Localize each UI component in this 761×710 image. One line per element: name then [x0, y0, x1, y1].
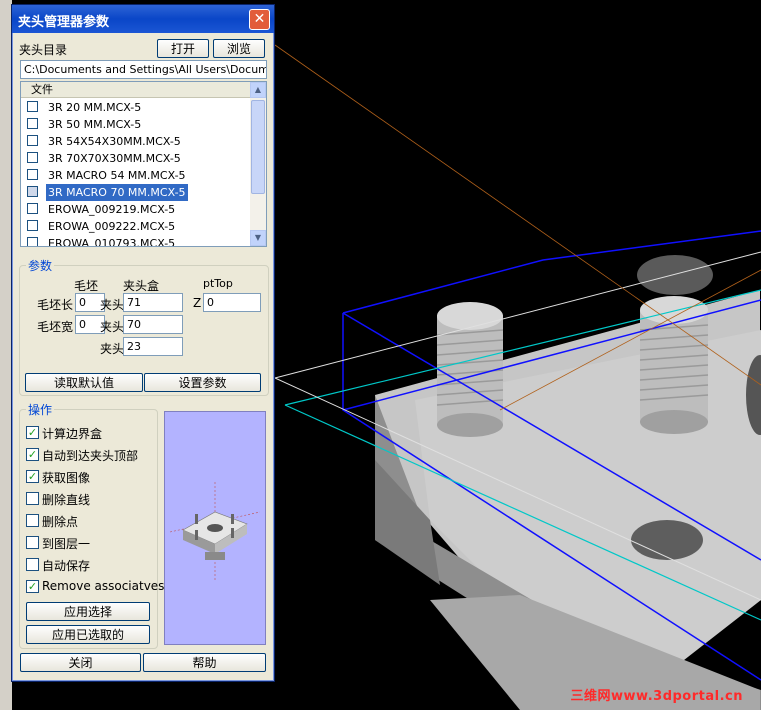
chuck-field-3[interactable]: 23 [123, 337, 183, 356]
file-list-item[interactable]: 3R 70X70X30MM.MCX-5 [21, 150, 250, 167]
watermark: 三维网www.3dportal.cn [570, 689, 743, 704]
window-title: 夹头管理器参数 [18, 15, 110, 30]
file-name: EROWA_009222.MCX-5 [48, 220, 176, 233]
directory-path-field[interactable]: C:\Documents and Settings\All Users\Docu… [20, 60, 267, 79]
file-list-item[interactable]: 3R 54X54X30MM.MCX-5 [21, 133, 250, 150]
scroll-thumb[interactable] [251, 100, 265, 194]
read-default-button[interactable]: 读取默认值 [25, 373, 143, 392]
file-checkbox[interactable] [27, 237, 38, 246]
chuck-label-3: 夹头 [100, 342, 125, 356]
operation-checkbox-label: 删除点 [42, 515, 79, 529]
file-checkbox[interactable] [27, 135, 38, 146]
file-checkbox[interactable] [27, 220, 38, 231]
chuck-field-1[interactable]: 71 [123, 293, 183, 312]
operation-checkbox-label: 自动保存 [42, 559, 91, 573]
checkbox-empty-icon[interactable] [26, 558, 39, 571]
file-list[interactable]: 文件 3R 20 MM.MCX-5 3R 50 MM.MCX-5 3R 54X54X… [20, 81, 267, 247]
file-checkbox[interactable] [27, 152, 38, 163]
checkmark-icon[interactable]: ✓ [26, 426, 39, 439]
file-list-item[interactable]: 3R 50 MM.MCX-5 [21, 116, 250, 133]
checkmark-icon[interactable]: ✓ [26, 448, 39, 461]
file-list-item[interactable]: EROWA_010793.MCX-5 [21, 235, 250, 247]
file-list-item[interactable]: 3R MACRO 70 MM.MCX-5 [21, 184, 250, 201]
file-list-item[interactable]: EROWA_009219.MCX-5 [21, 201, 250, 218]
chuck-label-1: 夹头 [100, 298, 125, 312]
scroll-up-icon[interactable]: ▲ [250, 82, 266, 98]
chuck-field-2[interactable]: 70 [123, 315, 183, 334]
file-name: 3R 50 MM.MCX-5 [48, 118, 142, 131]
file-list-item[interactable]: 3R 20 MM.MCX-5 [21, 99, 250, 116]
file-name: 3R 70X70X30MM.MCX-5 [48, 152, 181, 165]
operation-checkbox-label: 获取图像 [42, 471, 91, 485]
stock-width-label: 毛坯宽 [37, 320, 74, 334]
set-params-button[interactable]: 设置参数 [144, 373, 261, 392]
z-label: Z [193, 296, 202, 310]
file-list-header[interactable]: 文件 [21, 82, 250, 98]
checkbox-empty-icon[interactable] [26, 514, 39, 527]
checkbox-empty-icon[interactable] [26, 536, 39, 549]
apply-selected-button[interactable]: 应用已选取的 [26, 625, 150, 644]
chuck-manager-dialog: 夹头管理器参数 ✕ 夹头目录 打开 浏览 C:\Documents and Se… [11, 4, 275, 682]
chuck-preview-image [164, 411, 266, 645]
operations-legend: 操作 [28, 403, 53, 417]
title-bar[interactable]: 夹头管理器参数 ✕ [12, 5, 274, 33]
file-checkbox[interactable] [27, 203, 38, 214]
stock-length-label: 毛坯长 [37, 298, 74, 312]
file-list-item[interactable]: 3R MACRO 54 MM.MCX-5 [21, 167, 250, 184]
file-checkbox[interactable] [27, 169, 38, 180]
file-list-item[interactable]: EROWA_009222.MCX-5 [21, 218, 250, 235]
file-name: 3R MACRO 70 MM.MCX-5 [46, 184, 188, 201]
browse-button[interactable]: 浏览 [213, 39, 265, 58]
directory-label: 夹头目录 [19, 43, 68, 57]
checkmark-icon[interactable]: ✓ [26, 580, 39, 593]
help-button[interactable]: 帮助 [143, 653, 266, 672]
file-checkbox[interactable] [27, 118, 38, 129]
file-name: 3R MACRO 54 MM.MCX-5 [48, 169, 186, 182]
scroll-down-icon[interactable]: ▼ [250, 230, 266, 246]
close-icon[interactable]: ✕ [249, 9, 270, 30]
close-button[interactable]: 关闭 [20, 653, 141, 672]
checkmark-icon[interactable]: ✓ [26, 470, 39, 483]
operation-checkbox-label: 自动到达夹头顶部 [42, 449, 139, 463]
col-pttop-label: ptTop [203, 277, 233, 290]
chuck-thumbnail-icon [169, 482, 261, 582]
file-list-scrollbar[interactable]: ▲ ▼ [250, 82, 266, 246]
operation-checkbox-label: 删除直线 [42, 493, 91, 507]
col-chuck-label: 夹头盒 [123, 279, 160, 293]
file-name: EROWA_009219.MCX-5 [48, 203, 176, 216]
operation-checkbox-label: 计算边界盒 [42, 427, 103, 441]
file-name: 3R 54X54X30MM.MCX-5 [48, 135, 181, 148]
file-name: EROWA_010793.MCX-5 [48, 237, 176, 247]
col-stock-label: 毛坯 [74, 279, 99, 293]
params-legend: 参数 [28, 259, 53, 273]
operation-checkbox-label: 到图层一 [42, 537, 91, 551]
chuck-label-2: 夹头 [100, 320, 125, 334]
file-checkbox[interactable] [27, 186, 38, 197]
operation-checkbox-label: Remove associatves [42, 579, 165, 593]
open-button[interactable]: 打开 [157, 39, 209, 58]
file-name: 3R 20 MM.MCX-5 [48, 101, 142, 114]
checkbox-empty-icon[interactable] [26, 492, 39, 505]
file-checkbox[interactable] [27, 101, 38, 112]
apply-selection-button[interactable]: 应用选择 [26, 602, 150, 621]
z-field[interactable]: 0 [203, 293, 261, 312]
